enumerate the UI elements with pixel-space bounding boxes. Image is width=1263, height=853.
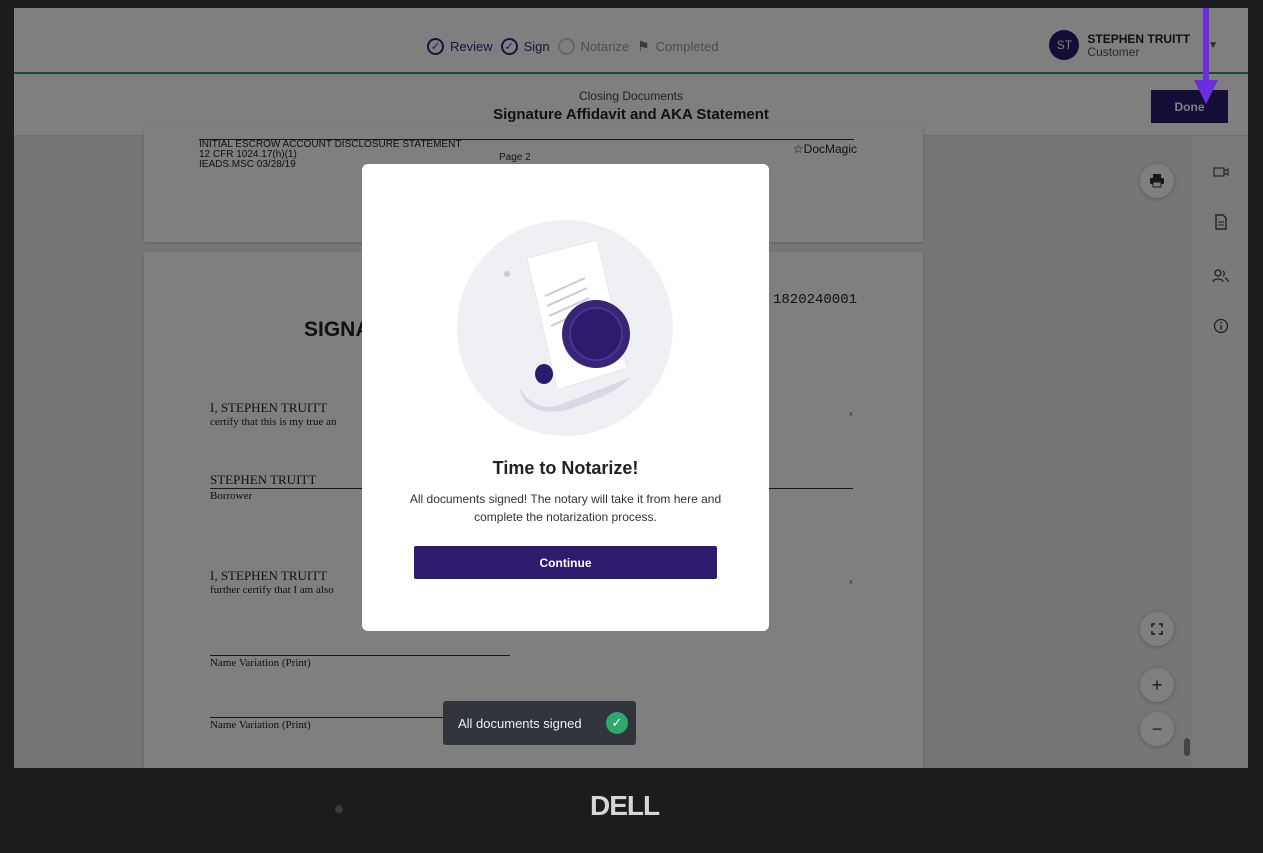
dialog-message: All documents signed! The notary will ta…	[409, 492, 722, 524]
webcam-icon	[335, 805, 343, 813]
check-icon: ✓	[606, 712, 628, 734]
annotation-arrow-icon	[1194, 8, 1218, 104]
dialog-title: Time to Notarize!	[492, 458, 639, 478]
toast-message: All documents signed	[458, 715, 582, 731]
notarized-document-illustration	[457, 220, 673, 436]
continue-button[interactable]: Continue	[414, 546, 717, 579]
toast-notification: All documents signed ✓	[443, 701, 636, 745]
app-screen: ✓ Review ✓ Sign Notarize ⚑ Completed ST …	[14, 8, 1248, 768]
notarize-dialog: Time to Notarize! All documents signed! …	[362, 164, 769, 631]
dell-logo: DELL	[590, 790, 660, 821]
